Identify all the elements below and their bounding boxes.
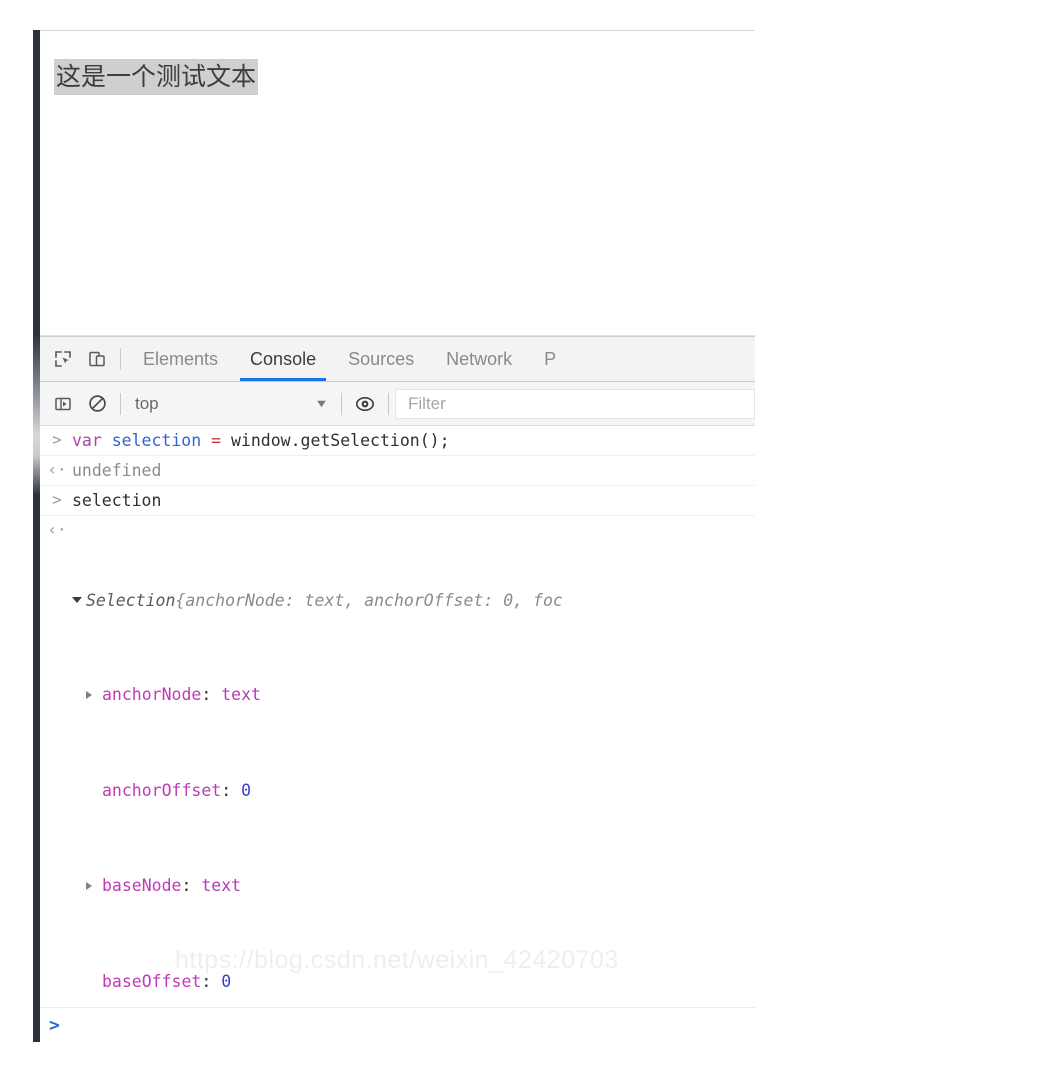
- result-arrow-icon: ‹·: [47, 460, 67, 479]
- property-value: 0: [221, 971, 232, 991]
- chevron-down-icon: ▼: [314, 397, 329, 410]
- console-expression: selection: [72, 491, 162, 510]
- device-toolbar-icon[interactable]: [80, 337, 114, 381]
- console-entry-text: undefined: [72, 461, 162, 480]
- property-key: baseNode: [102, 876, 182, 895]
- console-entry-input-2[interactable]: > selection: [40, 486, 755, 516]
- browser-devtools-panel: 这是一个测试文本 Elements Console Sources Networ…: [40, 30, 755, 1042]
- clear-console-icon[interactable]: [80, 382, 114, 426]
- tab-sources[interactable]: Sources: [332, 337, 430, 381]
- live-expression-eye-icon[interactable]: [348, 382, 382, 426]
- prompt-arrow-icon: >: [49, 1014, 60, 1036]
- console-entry-input-1[interactable]: > var selection = window.getSelection();: [40, 426, 755, 456]
- filter-input-wrapper[interactable]: [395, 388, 755, 419]
- console-entry-text: var selection = window.getSelection();: [72, 431, 450, 450]
- console-entry-object[interactable]: ‹· Selection{anchorNode: text, anchorOff…: [40, 516, 755, 1042]
- tab-console-label: Console: [250, 348, 317, 369]
- object-inspector: Selection{anchorNode: text, anchorOffset…: [72, 519, 755, 1042]
- property-value: text: [221, 685, 261, 704]
- tab-elements-label: Elements: [143, 348, 219, 369]
- result-arrow-icon: ‹·: [47, 520, 67, 539]
- prompt-arrow-icon: >: [52, 490, 62, 509]
- console-log-list[interactable]: > var selection = window.getSelection();…: [40, 426, 755, 1042]
- property-value: text: [201, 876, 242, 895]
- selected-page-text[interactable]: 这是一个测试文本: [54, 59, 259, 95]
- window-left-edge: [33, 30, 40, 1042]
- inspect-element-icon[interactable]: [46, 337, 80, 381]
- devtools-tab-strip: Elements Console Sources Network P: [40, 336, 755, 382]
- tab-performance[interactable]: P: [528, 337, 572, 381]
- tab-network[interactable]: Network: [430, 337, 528, 381]
- object-class-name: Selection: [86, 591, 176, 610]
- console-input-prompt[interactable]: >: [40, 1007, 755, 1042]
- tab-elements[interactable]: Elements: [127, 337, 234, 381]
- property-key: anchorOffset: [102, 780, 222, 800]
- console-toolbar-divider-3: [388, 392, 389, 415]
- disclosure-triangle-icon[interactable]: [86, 691, 92, 699]
- console-toolbar-divider-1: [120, 392, 121, 415]
- prompt-arrow-icon: >: [52, 430, 62, 449]
- execution-context-label: top: [135, 393, 159, 413]
- tab-performance-label: P: [544, 348, 557, 369]
- page-viewport: 这是一个测试文本: [40, 31, 755, 336]
- disclosure-triangle-open-icon[interactable]: [72, 597, 82, 603]
- object-property-row[interactable]: anchorOffset: 0: [72, 778, 755, 805]
- toolbar-divider: [120, 348, 121, 370]
- disclosure-triangle-icon[interactable]: [86, 882, 92, 890]
- property-value: 0: [241, 780, 252, 800]
- object-property-row[interactable]: baseNode: text: [72, 873, 755, 900]
- console-entry-text: selection: [72, 489, 755, 512]
- tab-network-label: Network: [446, 348, 513, 369]
- filter-input[interactable]: [406, 392, 754, 415]
- object-preview: {anchorNode: text, anchorOffset: 0, foc: [175, 591, 563, 610]
- console-sidebar-icon[interactable]: [46, 382, 80, 426]
- property-key: baseOffset: [102, 971, 202, 991]
- property-key: anchorNode: [102, 685, 202, 704]
- object-header[interactable]: Selection{anchorNode: text, anchorOffset…: [72, 588, 755, 613]
- tab-sources-label: Sources: [348, 348, 415, 369]
- console-toolbar: top ▼: [40, 382, 755, 426]
- tab-console[interactable]: Console: [234, 337, 332, 381]
- console-entry-result-1: ‹· undefined: [40, 456, 755, 486]
- object-property-row[interactable]: baseOffset: 0: [72, 969, 755, 996]
- console-toolbar-divider-2: [341, 392, 342, 415]
- execution-context-selector[interactable]: top ▼: [127, 390, 335, 418]
- devtools-screenshot: 这是一个测试文本 Elements Console Sources Networ…: [0, 0, 1040, 1075]
- object-property-row[interactable]: anchorNode: text: [72, 682, 755, 709]
